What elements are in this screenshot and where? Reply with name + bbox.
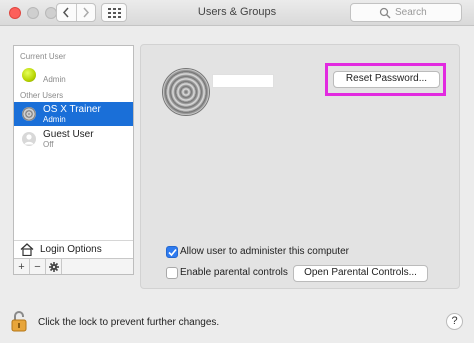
sidebar-item-guest-user[interactable]: Guest User Off — [14, 127, 133, 151]
add-user-button[interactable]: + — [14, 259, 30, 274]
user-picture[interactable] — [162, 68, 210, 116]
open-parental-controls-button[interactable]: Open Parental Controls... — [293, 265, 428, 282]
login-options-label: Login Options — [40, 244, 102, 255]
title-bar: Users & Groups Search — [0, 0, 474, 26]
user-role: Off — [43, 140, 54, 149]
sidebar-item-current-user[interactable]: Admin — [14, 64, 133, 86]
full-name-field[interactable] — [212, 74, 274, 88]
users-sidebar: Current User Admin Other Users OS X Trai… — [13, 45, 134, 275]
current-user-role: Admin — [43, 75, 66, 84]
sidebar-item-os-x-trainer[interactable]: OS X Trainer Admin — [14, 102, 133, 126]
help-button[interactable]: ? — [446, 313, 463, 330]
lock-message: Click the lock to prevent further change… — [38, 317, 220, 328]
gear-icon — [48, 261, 59, 272]
house-icon — [20, 243, 34, 256]
lock-icon[interactable] — [11, 310, 27, 332]
other-users-header: Other Users — [20, 91, 64, 100]
search-icon — [379, 7, 391, 19]
user-role: Admin — [43, 115, 66, 124]
action-gear-button[interactable] — [46, 259, 62, 274]
user-name: OS X Trainer — [43, 104, 101, 115]
allow-admin-checkbox[interactable] — [166, 246, 178, 258]
search-field[interactable]: Search — [350, 3, 462, 22]
allow-admin-label: Allow user to administer this computer — [180, 246, 349, 257]
guest-user-icon — [22, 132, 36, 146]
user-name: Guest User — [43, 129, 94, 140]
user-avatar — [22, 107, 36, 121]
login-options-item[interactable]: Login Options — [14, 240, 133, 258]
parental-controls-checkbox[interactable] — [166, 267, 178, 279]
search-placeholder: Search — [395, 7, 427, 18]
checkmark-icon — [168, 248, 177, 257]
current-user-header: Current User — [20, 52, 66, 61]
parental-controls-label: Enable parental controls — [180, 267, 288, 278]
remove-user-button[interactable]: − — [30, 259, 46, 274]
highlight-annotation — [325, 63, 446, 96]
tennis-ball-avatar — [22, 68, 36, 82]
sidebar-button-bar: + − — [14, 258, 133, 274]
